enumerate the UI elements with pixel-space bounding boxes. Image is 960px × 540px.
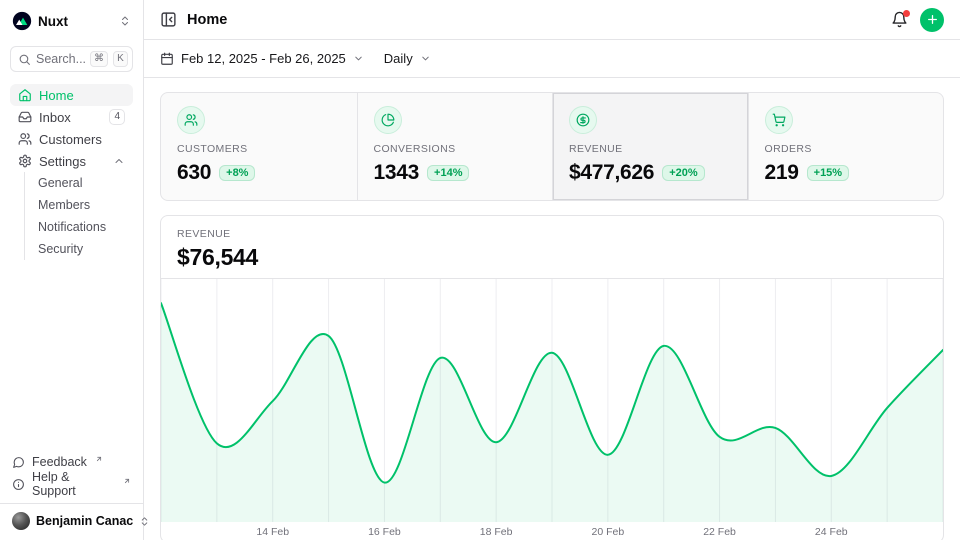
chart-metric-label: REVENUE	[177, 228, 927, 240]
stats-row: CUSTOMERS 630 +8% CONVERSIONS 1343 +14%	[160, 92, 944, 201]
x-tick: 16 Feb	[368, 526, 401, 538]
chart-metric-value: $76,544	[177, 244, 927, 270]
x-tick: 18 Feb	[480, 526, 513, 538]
feedback-label: Feedback	[32, 455, 87, 469]
page-title: Home	[187, 12, 227, 28]
inbox-icon	[18, 110, 32, 124]
revenue-chart-plot[interactable]	[161, 278, 943, 522]
stat-label: REVENUE	[569, 143, 732, 155]
header-actions	[891, 8, 944, 32]
date-range-value: Feb 12, 2025 - Feb 26, 2025	[181, 51, 346, 66]
stat-card-conversions[interactable]: CONVERSIONS 1343 +14%	[357, 93, 553, 200]
search-box[interactable]: ⌘ K	[10, 46, 133, 72]
period-select[interactable]: Daily	[384, 51, 431, 66]
inbox-count-badge: 4	[109, 109, 125, 125]
sidebar-item-label: Customers	[39, 132, 102, 147]
sidebar-item-label: Home	[39, 88, 74, 103]
user-menu[interactable]: Benjamin Canac	[10, 504, 133, 532]
stat-label: ORDERS	[765, 143, 928, 155]
plus-icon	[926, 13, 939, 26]
stat-label: CONVERSIONS	[374, 143, 537, 155]
gear-icon	[18, 154, 32, 168]
date-range-picker[interactable]: Feb 12, 2025 - Feb 26, 2025	[160, 51, 364, 66]
revenue-area-chart	[161, 279, 943, 522]
settings-subnav: General Members Notifications Security	[24, 172, 133, 260]
users-icon	[18, 132, 32, 146]
chat-bubble-icon	[12, 456, 25, 469]
search-input[interactable]	[36, 52, 85, 66]
unread-dot	[903, 10, 910, 17]
kbd-k: K	[113, 51, 128, 67]
stat-value: 1343	[374, 160, 420, 186]
nuxt-logo-icon	[12, 11, 32, 31]
chart-header: REVENUE $76,544	[161, 216, 943, 278]
sidebar-item-label: Inbox	[39, 110, 71, 125]
avatar	[12, 512, 30, 530]
stat-value: 219	[765, 160, 799, 186]
stat-card-orders[interactable]: ORDERS 219 +15%	[748, 93, 944, 200]
stat-change-badge: +14%	[427, 165, 469, 181]
sidebar-item-general[interactable]: General	[25, 172, 133, 194]
sidebar-item-customers[interactable]: Customers	[10, 128, 133, 150]
notifications-button[interactable]	[891, 11, 908, 28]
sidebar-item-security[interactable]: Security	[25, 238, 133, 260]
external-link-icon	[95, 455, 103, 463]
chevron-up-icon	[113, 155, 125, 167]
sidebar-item-home[interactable]: Home	[10, 84, 133, 106]
user-name: Benjamin Canac	[36, 514, 133, 528]
sidebar-item-settings[interactable]: Settings	[10, 150, 133, 172]
main-area: Home Feb 12, 2025 - Feb 26, 2025 Daily	[144, 0, 960, 540]
stat-value: 630	[177, 160, 211, 186]
sidebar-footer: Feedback Help & Support Benjamin Canac	[10, 451, 133, 532]
kbd-cmd: ⌘	[90, 51, 108, 67]
subnav-label: Members	[38, 198, 90, 212]
x-tick: 24 Feb	[815, 526, 848, 538]
stat-change-badge: +8%	[219, 165, 255, 181]
page-header: Home	[144, 0, 960, 40]
chevrons-up-down-icon	[139, 516, 150, 527]
sidebar-item-inbox[interactable]: Inbox 4	[10, 106, 133, 128]
stat-card-revenue[interactable]: REVENUE $477,626 +20%	[552, 93, 748, 200]
stat-change-badge: +20%	[662, 165, 704, 181]
info-circle-icon	[12, 478, 25, 491]
filters-toolbar: Feb 12, 2025 - Feb 26, 2025 Daily	[144, 40, 960, 78]
panel-left-close-icon	[160, 11, 177, 28]
chevron-down-icon	[353, 53, 364, 64]
x-tick: 20 Feb	[591, 526, 624, 538]
x-axis-ticks: 14 Feb 16 Feb 18 Feb 20 Feb 22 Feb 24 Fe…	[161, 522, 943, 540]
sidebar: Nuxt ⌘ K Home Inbox 4	[0, 0, 144, 540]
sidebar-collapse-button[interactable]	[160, 11, 177, 28]
sidebar-item-label: Settings	[39, 154, 86, 169]
subnav-label: Notifications	[38, 220, 106, 234]
revenue-chart-card: REVENUE $76,544 14 Feb 16 Feb 18 Feb 20 …	[160, 215, 944, 540]
workspace-name: Nuxt	[38, 14, 68, 29]
workspace-switcher[interactable]: Nuxt	[10, 9, 133, 33]
subnav-label: Security	[38, 242, 83, 256]
chevrons-up-down-icon	[119, 15, 131, 27]
search-icon	[18, 53, 31, 66]
new-item-button[interactable]	[920, 8, 944, 32]
calendar-icon	[160, 52, 174, 66]
x-tick: 22 Feb	[703, 526, 736, 538]
users-icon	[177, 106, 205, 134]
house-icon	[18, 88, 32, 102]
circle-dollar-icon	[569, 106, 597, 134]
help-support-link[interactable]: Help & Support	[10, 473, 133, 495]
subnav-label: General	[38, 176, 82, 190]
cart-icon	[765, 106, 793, 134]
chart-pie-icon	[374, 106, 402, 134]
chevron-down-icon	[420, 53, 431, 64]
dashboard-content: CUSTOMERS 630 +8% CONVERSIONS 1343 +14%	[144, 78, 960, 540]
stat-value: $477,626	[569, 160, 654, 186]
stat-label: CUSTOMERS	[177, 143, 341, 155]
sidebar-item-members[interactable]: Members	[25, 194, 133, 216]
help-support-label: Help & Support	[32, 470, 115, 498]
sidebar-nav: Home Inbox 4 Customers Settings Ge	[10, 84, 133, 260]
period-value: Daily	[384, 51, 413, 66]
x-tick: 14 Feb	[256, 526, 289, 538]
external-link-icon	[123, 477, 131, 485]
stat-change-badge: +15%	[807, 165, 849, 181]
stat-card-customers[interactable]: CUSTOMERS 630 +8%	[161, 93, 357, 200]
sidebar-item-notifications[interactable]: Notifications	[25, 216, 133, 238]
